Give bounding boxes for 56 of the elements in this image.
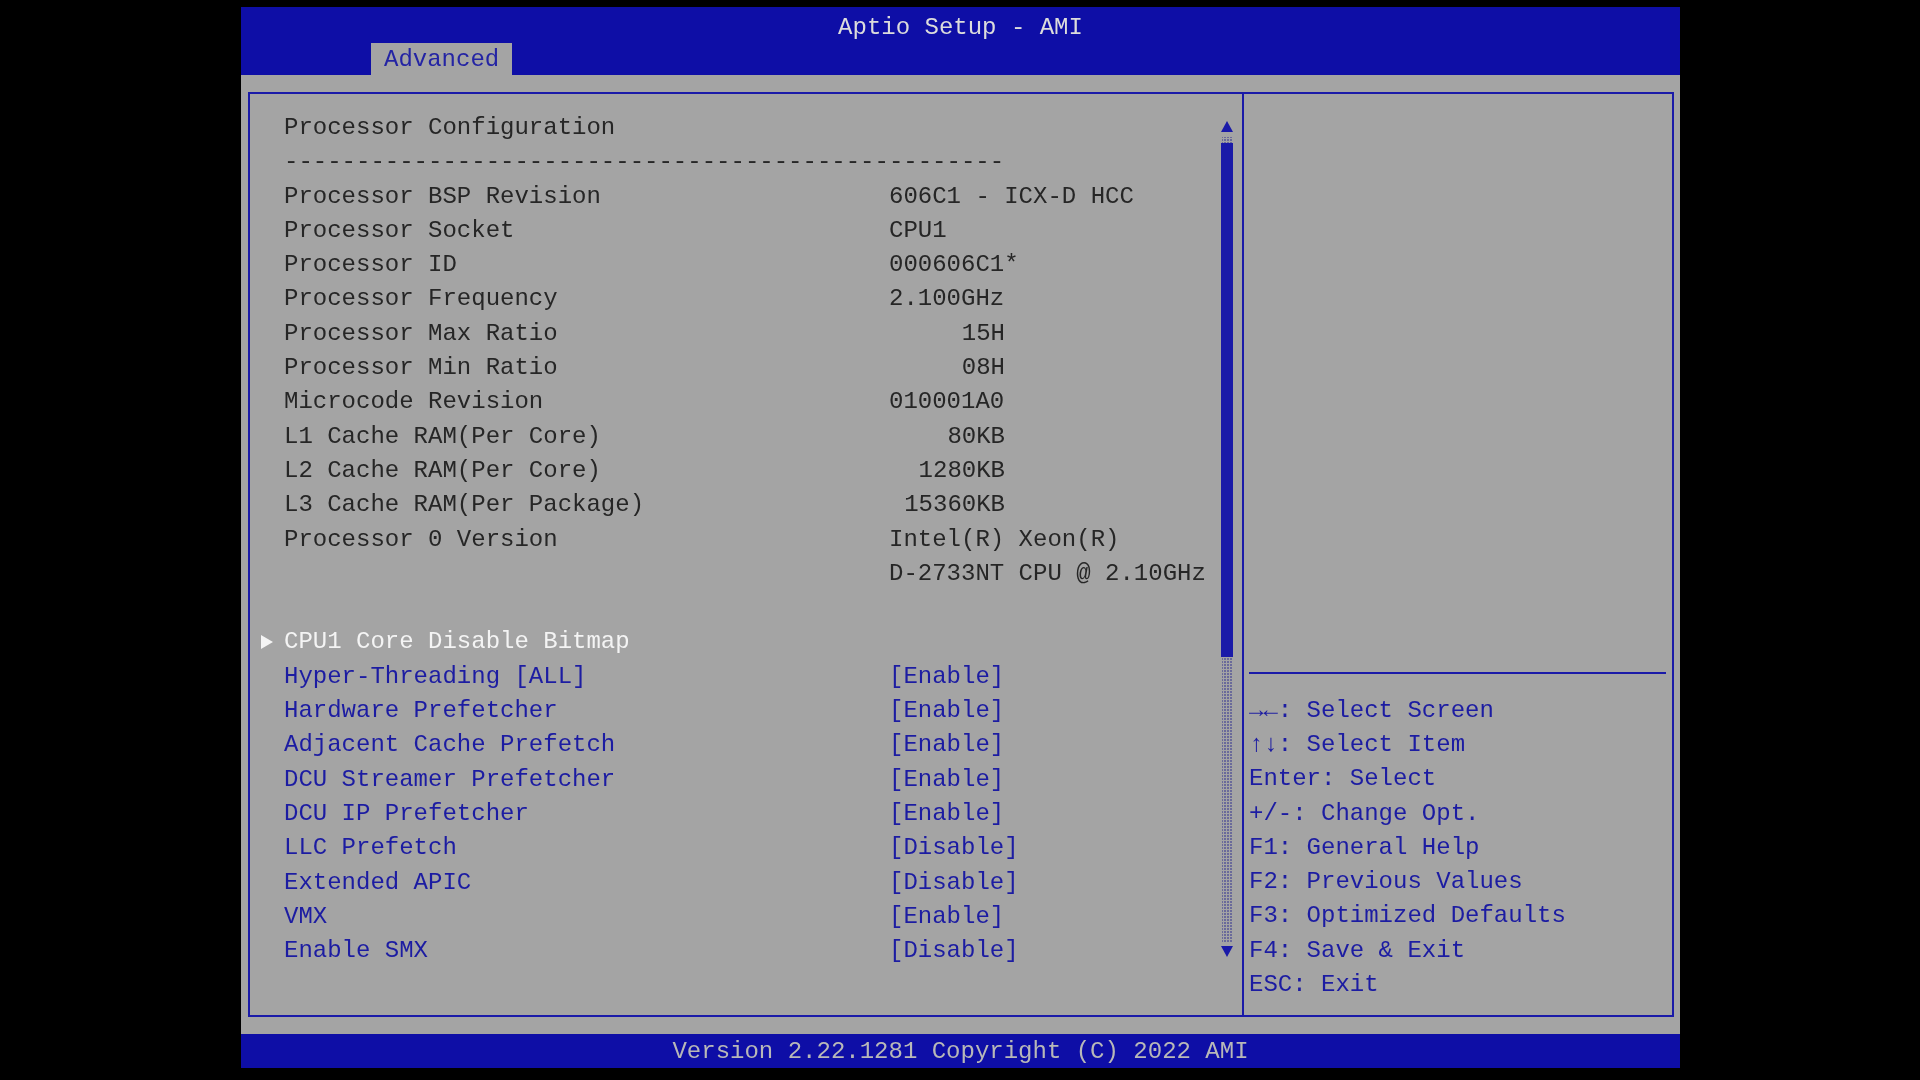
setting-value[interactable]: [Enable] (889, 799, 1005, 827)
setting-value[interactable]: [Enable] (889, 765, 1005, 793)
info-label: Processor Socket (284, 216, 515, 244)
key-help-text: →←: Select Screen (1249, 695, 1495, 726)
info-label: Processor 0 Version (284, 525, 558, 553)
setting-label[interactable]: VMX (284, 902, 328, 930)
setting-label[interactable]: Enable SMX (284, 937, 429, 965)
info-value: 2.100GHz (889, 285, 1005, 313)
scrollbar[interactable] (1221, 121, 1233, 958)
setting-value[interactable]: [Enable] (889, 902, 1005, 930)
info-value: 1280KB (918, 456, 1005, 484)
setting-label[interactable]: DCU IP Prefetcher (284, 799, 529, 827)
key-help-text: Enter: Select (1249, 764, 1438, 795)
info-label: L2 Cache RAM(Per Core) (284, 456, 601, 484)
setting-label[interactable]: Extended APIC (284, 868, 472, 896)
tab[interactable]: Advanced (371, 43, 513, 76)
info-label: L3 Cache RAM(Per Package) (284, 491, 645, 519)
info-value: 000606C1* (889, 251, 1019, 279)
info-label: Processor BSP Revision (284, 182, 601, 210)
key-help-text: F4: Save & Exit (1249, 935, 1467, 966)
setting-value[interactable]: [Enable] (889, 662, 1005, 690)
info-value: 15360KB (904, 491, 1005, 519)
info-label: Processor ID (284, 251, 457, 279)
info-value: CPU1 (889, 216, 947, 244)
setting-label[interactable]: LLC Prefetch (284, 834, 457, 862)
info-value: Intel(R) Xeon(R) (889, 525, 1120, 553)
key-help-text: +/-: Change Opt. (1249, 798, 1481, 829)
window-title: Aptio Setup - AMI (838, 13, 1083, 43)
setting-value[interactable]: [Disable] (889, 868, 1019, 896)
setting-label[interactable]: DCU Streamer Prefetcher (284, 765, 616, 793)
info-label: Microcode Revision (284, 388, 544, 416)
key-help-text: ↑↓: Select Item (1249, 729, 1467, 760)
key-help-text: F2: Previous Values (1249, 867, 1524, 898)
setting-value[interactable]: [Disable] (889, 937, 1019, 965)
setting-label[interactable]: Adjacent Cache Prefetch (284, 731, 616, 759)
info-value: 606C1 - ICX-D HCC (889, 182, 1134, 210)
setting-value[interactable]: [Enable] (889, 731, 1005, 759)
section-heading: Processor Configuration (284, 113, 616, 141)
info-value: 010001A0 (889, 388, 1005, 416)
version-text: Version 2.22.1281 Copyright (C) 2022 AMI (672, 1037, 1249, 1065)
info-value: D-2733NT CPU @ 2.10GHz (889, 559, 1206, 587)
setting-label[interactable]: Hardware Prefetcher (284, 697, 558, 724)
info-label: Processor Max Ratio (284, 319, 558, 347)
setting-value[interactable]: [Disable] (889, 834, 1019, 862)
key-help-text: F1: General Help (1249, 832, 1481, 863)
info-label: Processor Min Ratio (284, 354, 558, 382)
key-help-text: F3: Optimized Defaults (1249, 901, 1567, 932)
info-value: 80KB (947, 422, 1005, 450)
key-help-text: ESC: Exit (1249, 970, 1380, 1001)
setting-value[interactable]: [Enable] (889, 697, 1005, 724)
info-value: 15H (961, 319, 1005, 347)
info-value: 08H (961, 354, 1005, 382)
separator-line: -------------------------------------------------- (284, 148, 1005, 176)
setting-label[interactable]: Hyper-Threading [ALL] (284, 662, 587, 690)
info-label: L1 Cache RAM(Per Core) (284, 422, 601, 450)
info-label: Processor Frequency (284, 285, 558, 313)
